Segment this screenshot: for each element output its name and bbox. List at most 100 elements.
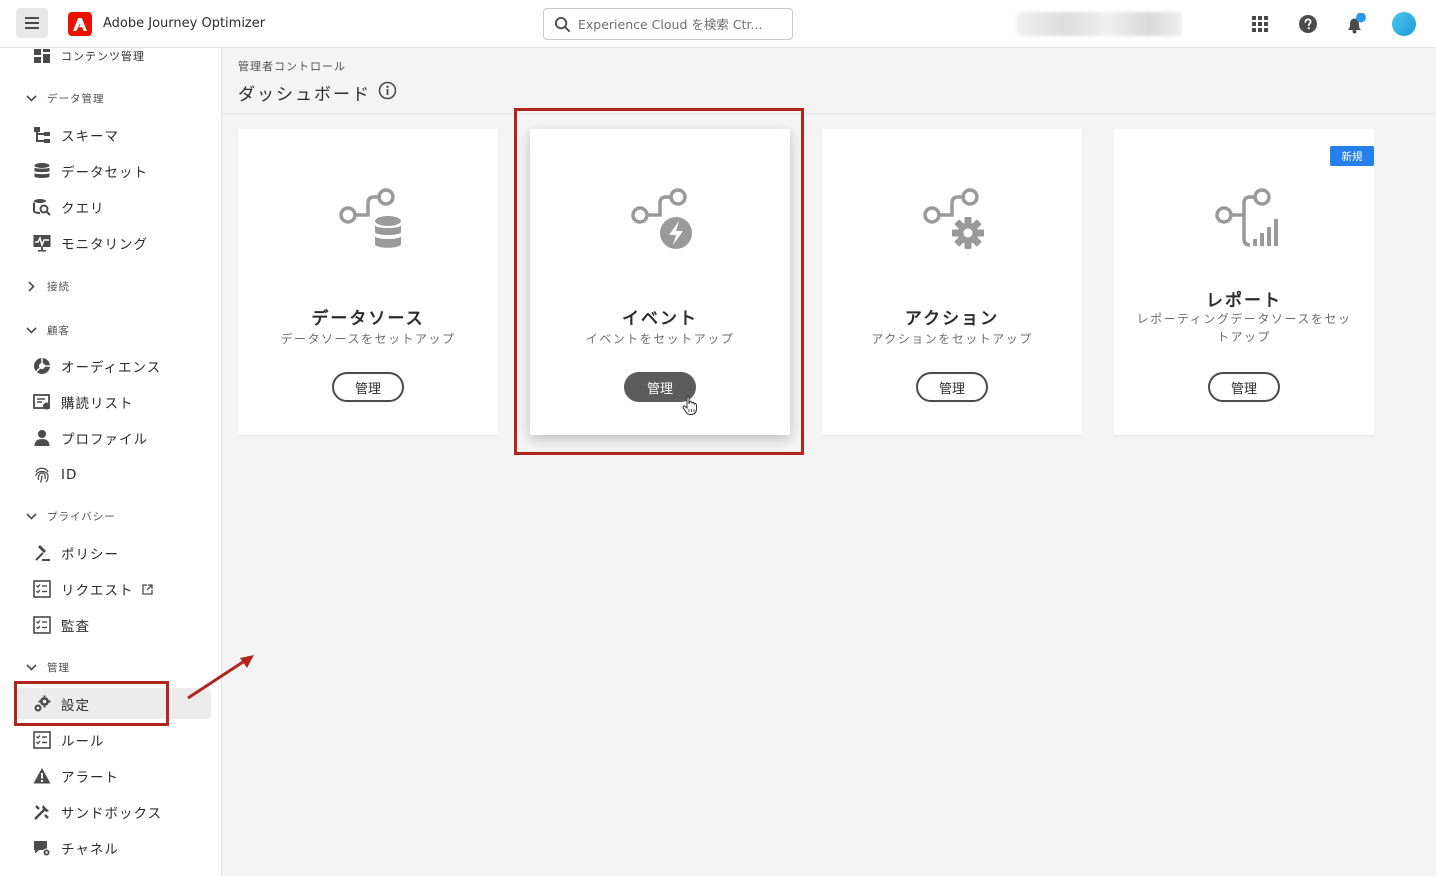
sidebar-item-alerts[interactable]: アラート [33,764,119,788]
card-subtitle: データソースをセットアップ [280,332,456,346]
highlight-box-settings [14,681,169,726]
section-connections[interactable]: 接続 [25,276,70,296]
section-label: データ管理 [47,92,105,105]
annotation-arrow [187,655,254,700]
audit-icon [33,616,51,634]
subscription-icon [33,393,51,411]
audience-icon [33,357,51,375]
new-badge: 新規 [1330,146,1374,166]
policy-icon [33,544,51,562]
card-data-sources: データソース データソースをセットアップ 管理 [238,129,498,435]
sidebar-item-label: アラート [61,770,119,786]
sidebar-item-policies[interactable]: ポリシー [33,541,119,565]
external-link-icon [141,583,153,595]
sidebar-item-label: プロファイル [61,432,148,448]
sidebar-item-channels[interactable]: チャネル [33,836,119,860]
sidebar-item-label: チャネル [61,842,119,858]
search-box[interactable] [543,8,793,40]
sidebar-item-label: モニタリング [61,237,148,253]
adobe-logo-icon[interactable] [68,12,92,36]
info-icon[interactable] [378,81,397,100]
rules-icon [33,731,51,749]
sidebar-item-label: コンテンツ管理 [61,50,145,63]
apps-icon[interactable] [1248,12,1272,36]
chevron-down-icon [25,94,37,102]
sidebar-item-label: ポリシー [61,547,119,563]
hamburger-icon [25,17,39,29]
channel-icon [33,839,51,857]
top-bar: Adobe Journey Optimizer [0,0,1436,48]
alert-icon [33,767,51,785]
section-customers[interactable]: 顧客 [25,320,70,340]
section-label: 管理 [47,661,70,674]
schema-icon [33,126,51,144]
app-name[interactable]: Adobe Journey Optimizer [103,16,265,31]
user-avatar[interactable] [1392,12,1416,36]
page-title: ダッシュボード [238,85,371,105]
sidebar-item-profiles[interactable]: プロファイル [33,426,148,450]
chevron-right-icon [25,280,37,292]
sidebar-item-sandboxes[interactable]: サンドボックス [33,800,162,824]
sidebar-item-audit[interactable]: 監査 [33,613,90,637]
chevron-down-icon [25,663,37,671]
card-subtitle: アクションをセットアップ [871,332,1033,346]
card-title: データソース [311,309,425,329]
fingerprint-icon [33,466,51,484]
main-content: 管理者コントロール ダッシュボード データソース データソースをセットアップ 管… [222,48,1436,876]
sidebar-item-label: オーディエンス [61,360,162,376]
card-title: アクション [904,309,1000,329]
manage-data-sources-button[interactable]: 管理 [332,372,404,402]
section-privacy[interactable]: プライバシー [25,506,116,526]
manage-actions-button[interactable]: 管理 [916,372,988,402]
notification-bell-icon[interactable] [1343,12,1367,36]
card-reports: 新規 レポート レポーティングデータソースをセットアップ 管理 [1114,129,1374,435]
sandbox-icon [33,803,51,821]
sidebar-item-label: スキーマ [61,129,119,145]
action-icon [923,188,984,249]
query-icon [33,198,51,216]
sidebar-item-label: リクエスト [61,583,134,599]
chevron-down-icon [25,512,37,520]
breadcrumb[interactable]: 管理者コントロール [238,58,346,74]
report-icon [1215,188,1278,247]
sidebar-item-content[interactable]: コンテンツ管理 [33,48,145,68]
menu-toggle-button[interactable] [16,8,48,38]
sidebar-item-requests[interactable]: リクエスト [33,577,153,601]
section-administration[interactable]: 管理 [25,657,70,677]
section-label: 接続 [47,280,70,293]
sidebar-item-subscription-lists[interactable]: 購読リスト [33,390,134,414]
section-label: プライバシー [47,510,116,523]
manage-reports-button[interactable]: 管理 [1208,372,1280,402]
page-header: 管理者コントロール ダッシュボード [222,48,1436,114]
search-input[interactable] [578,9,788,39]
sidebar-item-monitoring[interactable]: モニタリング [33,231,148,255]
monitoring-icon [33,234,51,252]
section-data-management[interactable]: データ管理 [25,88,105,108]
sidebar-item-label: ルール [61,734,105,750]
sidebar: コンテンツ管理 データ管理 スキーマ データセット クエリ モニタリング 接続 … [0,48,222,876]
sidebar-item-schema[interactable]: スキーマ [33,123,119,147]
database-icon [33,162,51,180]
sidebar-item-label: サンドボックス [61,806,163,822]
sidebar-item-identities[interactable]: ID [33,463,77,487]
sidebar-item-label: 購読リスト [61,396,134,412]
card-title: レポート [1206,291,1282,311]
highlight-box-events [514,108,804,455]
chevron-down-icon [25,326,37,334]
sidebar-item-label: 監査 [61,619,90,635]
datasource-icon [339,188,401,248]
search-icon [554,16,571,33]
card-subtitle: レポーティングデータソースをセットアップ [1136,312,1352,344]
sidebar-item-queries[interactable]: クエリ [33,195,105,219]
sidebar-item-audiences[interactable]: オーディエンス [33,354,161,378]
hand-cursor-icon [682,396,697,415]
help-icon[interactable] [1296,12,1320,36]
request-icon [33,580,51,598]
sidebar-item-rules[interactable]: ルール [33,728,105,752]
profile-icon [33,429,51,447]
sidebar-item-datasets[interactable]: データセット [33,159,148,183]
org-switcher[interactable] [1016,12,1182,36]
sidebar-item-label: ID [61,467,78,483]
sidebar-item-label: クエリ [61,201,105,217]
card-actions: アクション アクションをセットアップ 管理 [822,129,1082,435]
